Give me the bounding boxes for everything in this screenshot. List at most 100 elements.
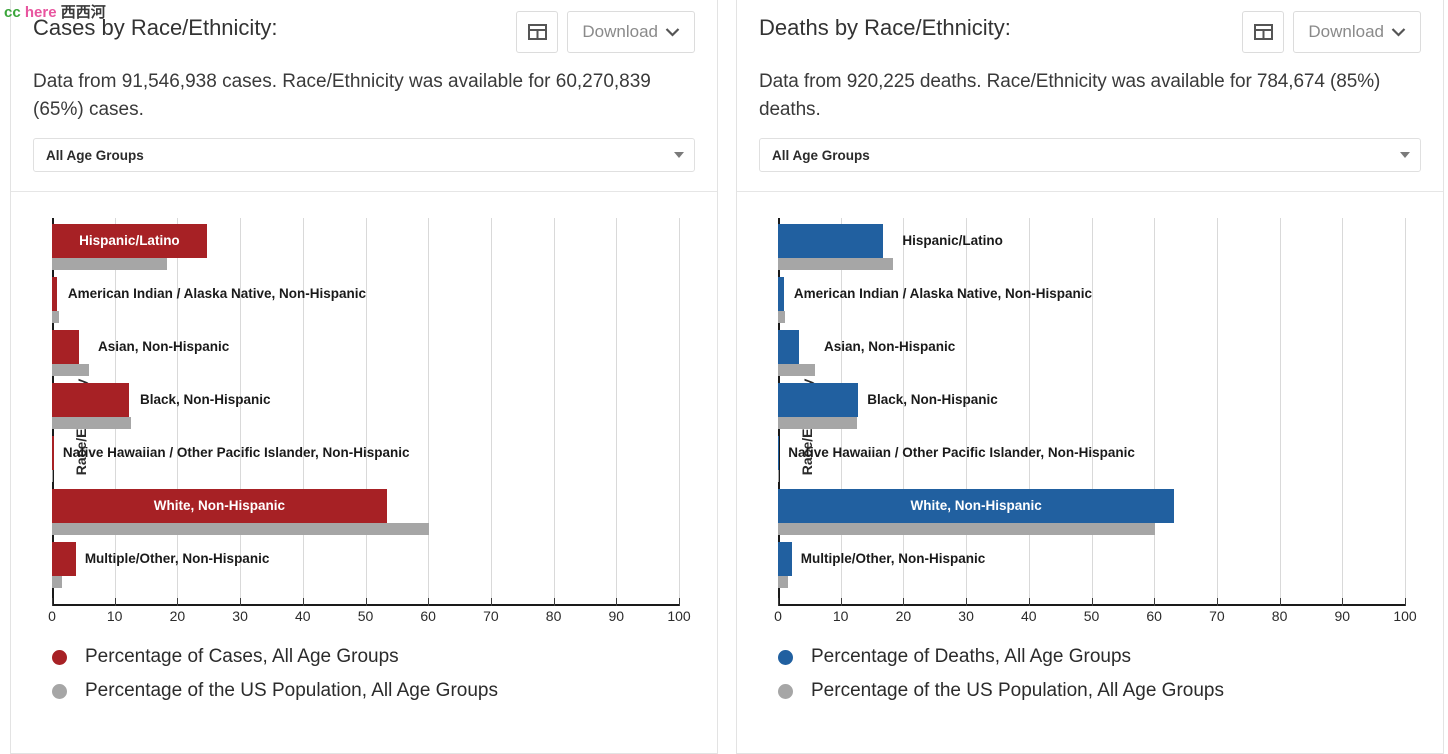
deaths-download-button[interactable]: Download — [1293, 11, 1421, 53]
bar-group: White, Non-Hispanic — [778, 489, 1405, 535]
deaths-plot-area: Hispanic/Latino American Indian / Alaska … — [778, 218, 1406, 606]
chevron-down-icon — [1391, 28, 1406, 37]
bar-population[interactable] — [52, 311, 59, 323]
cases-table-view-button[interactable] — [516, 11, 559, 53]
bar-population[interactable] — [52, 258, 168, 270]
deaths-table-view-button[interactable] — [1242, 11, 1285, 53]
cases-legend: Percentage of Cases, All Age Groups Perce… — [52, 640, 498, 708]
watermark-cc: cc — [4, 4, 21, 21]
bar-population[interactable] — [52, 364, 89, 376]
bar-value[interactable] — [778, 330, 800, 364]
bar-value[interactable] — [52, 436, 54, 470]
cases-plot-area: Hispanic/Latino American Indian / Alaska … — [52, 218, 680, 606]
bar-category-label: American Indian / Alaska Native, Non-His… — [67, 286, 366, 301]
bar-category-label: White, Non-Hispanic — [153, 498, 286, 513]
x-tick-label: 20 — [895, 608, 912, 624]
bar-value[interactable] — [778, 542, 792, 576]
cases-x-axis-ticks: 0 10 20 30 40 50 60 70 80 90 100 — [48, 598, 691, 636]
deaths-panel-header: Deaths by Race/Ethnicity: Download — [737, 0, 1443, 53]
bar-population[interactable] — [52, 576, 63, 588]
bar-population[interactable] — [52, 470, 54, 482]
watermark-site: 西西河 — [60, 4, 106, 21]
legend-item[interactable]: Percentage of the US Population, All Age… — [778, 674, 1224, 708]
bar-category-label: White, Non-Hispanic — [910, 498, 1042, 513]
x-tick-label: 0 — [774, 608, 782, 624]
bar-category-label: Hispanic/Latino — [79, 233, 180, 248]
table-icon — [527, 24, 547, 40]
bar-population[interactable] — [778, 364, 815, 376]
x-tick-mark — [428, 598, 430, 606]
legend-swatch-icon — [778, 649, 793, 665]
x-tick-mark — [1279, 598, 1281, 606]
legend-swatch-icon — [52, 683, 67, 699]
x-tick-label: 10 — [832, 608, 849, 624]
bar-group: Multiple/Other, Non-Hispanic — [52, 542, 679, 588]
bar-category-label: Asian, Non-Hispanic — [823, 339, 956, 354]
deaths-legend: Percentage of Deaths, All Age Groups Perc… — [778, 640, 1224, 708]
deaths-x-axis-ticks: 0 10 20 30 40 50 60 70 80 90 100 — [774, 598, 1417, 636]
legend-label: Percentage of Cases, All Age Groups — [85, 646, 399, 667]
bar-value[interactable] — [52, 330, 79, 364]
bar-group: Black, Non-Hispanic — [52, 383, 679, 429]
x-tick-mark — [177, 598, 179, 606]
bar-value[interactable] — [778, 277, 784, 311]
x-tick-label: 100 — [1393, 608, 1417, 624]
cases-download-button[interactable]: Download — [567, 11, 695, 53]
legend-swatch-icon — [52, 649, 67, 665]
bar-group: Hispanic/Latino — [778, 224, 1405, 270]
watermark: cc here 西西河 — [4, 1, 106, 22]
deaths-download-label: Download — [1308, 22, 1384, 41]
x-tick-label: 100 — [667, 608, 691, 624]
cases-age-group-select[interactable]: All Age Groups — [33, 138, 695, 172]
cases-panel: Cases by Race/Ethnicity: Download Data f… — [10, 0, 718, 754]
x-tick-label: 60 — [1146, 608, 1162, 624]
deaths-age-filter-wrap: All Age Groups — [737, 124, 1443, 172]
bar-population[interactable] — [778, 311, 785, 323]
bar-value[interactable] — [52, 277, 58, 311]
x-tick-label: 30 — [232, 608, 248, 624]
bar-category-label: Black, Non-Hispanic — [867, 392, 998, 407]
bar-value[interactable] — [778, 224, 884, 258]
bar-category-label: Native Hawaiian / Other Pacific Islander… — [62, 445, 410, 460]
x-tick-mark — [302, 598, 304, 606]
cases-download-label: Download — [582, 22, 658, 41]
x-tick-label: 50 — [1083, 608, 1100, 624]
legend-item[interactable]: Percentage of Deaths, All Age Groups — [778, 640, 1224, 674]
legend-item[interactable]: Percentage of the US Population, All Age… — [52, 674, 498, 708]
bar-group: Hispanic/Latino — [52, 224, 679, 270]
bar-value[interactable] — [52, 542, 76, 576]
bar-population[interactable] — [778, 258, 894, 270]
bar-category-label: Multiple/Other, Non-Hispanic — [800, 551, 986, 566]
bar-group: Black, Non-Hispanic — [778, 383, 1405, 429]
x-tick-label: 40 — [1021, 608, 1037, 624]
bar-category-label: Multiple/Other, Non-Hispanic — [84, 551, 270, 566]
bar-group: White, Non-Hispanic — [52, 489, 679, 535]
deaths-toolbar: Download — [1242, 11, 1421, 53]
x-tick-mark — [1216, 598, 1218, 606]
bar-value[interactable] — [778, 436, 780, 470]
bar-population[interactable] — [778, 523, 1155, 535]
bar-value[interactable] — [52, 383, 130, 417]
x-tick-label: 50 — [357, 608, 374, 624]
x-tick-mark — [240, 598, 242, 606]
bar-value[interactable] — [778, 383, 859, 417]
bar-population[interactable] — [778, 417, 857, 429]
deaths-age-group-select[interactable]: All Age Groups — [759, 138, 1421, 172]
legend-item[interactable]: Percentage of Cases, All Age Groups — [52, 640, 498, 674]
x-tick-mark — [1154, 598, 1156, 606]
x-tick-label: 70 — [483, 608, 499, 624]
cases-age-filter-wrap: All Age Groups — [11, 124, 717, 172]
bar-category-label: Asian, Non-Hispanic — [97, 339, 230, 354]
bar-population[interactable] — [52, 417, 131, 429]
cases-toolbar: Download — [516, 11, 695, 53]
bar-group: Native Hawaiian / Other Pacific Islander… — [52, 436, 679, 482]
bar-category-label: Black, Non-Hispanic — [140, 392, 271, 407]
bar-population[interactable] — [778, 470, 780, 482]
x-tick-mark — [903, 598, 905, 606]
bar-category-label: American Indian / Alaska Native, Non-His… — [793, 286, 1092, 301]
x-tick-mark — [778, 598, 779, 606]
bar-population[interactable] — [52, 523, 429, 535]
bar-population[interactable] — [778, 576, 789, 588]
chevron-down-icon — [674, 152, 684, 158]
x-tick-label: 80 — [545, 608, 562, 624]
